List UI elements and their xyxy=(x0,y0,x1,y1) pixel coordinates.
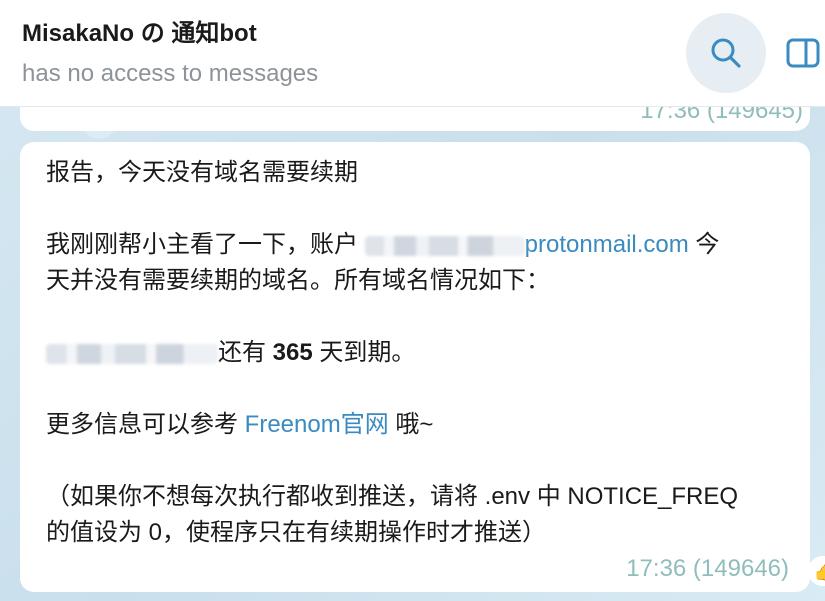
message-line-4-text: 还有 xyxy=(218,339,273,366)
chat-title[interactable]: MisakaNo の 通知bot xyxy=(22,18,257,50)
message-line-7: 的值设为 0，使程序只在有续期操作时才推送） xyxy=(46,519,547,546)
thumbs-up-icon: 👍 xyxy=(813,558,825,583)
chat-status: has no access to messages xyxy=(22,60,319,87)
chat-header: MisakaNo の 通知bot has no access to messag… xyxy=(0,0,825,107)
message-line-2-prefix: 我刚刚帮小主看了一下，账户 xyxy=(46,231,365,258)
message-line-3: 天并没有需要续期的域名。所有域名情况如下： xyxy=(46,267,550,294)
sidebar-toggle-icon xyxy=(786,38,820,68)
redacted-email-user xyxy=(364,235,525,256)
sidebar-toggle-button[interactable] xyxy=(782,33,822,73)
message-line-5-prefix: 更多信息可以参考 xyxy=(46,411,245,438)
redacted-domain xyxy=(46,343,218,364)
message-line-4-suffix: 天到期。 xyxy=(312,339,416,366)
search-icon xyxy=(711,38,741,68)
message-line-4: 还有 365 天到期。 xyxy=(46,337,415,369)
freenom-link[interactable]: Freenom官网 xyxy=(245,411,389,438)
message-line-5-suffix: 哦~ xyxy=(388,411,434,438)
message-line-2-suffix: 今 xyxy=(688,231,720,258)
message-line-1: 报告，今天没有域名需要续期 xyxy=(46,159,358,186)
message-line-2: 我刚刚帮小主看了一下，账户 protonmail.com 今 xyxy=(46,229,719,261)
message-line-6: （如果你不想每次执行都收到推送，请将 .env 中 NOTICE_FREQ xyxy=(46,483,739,510)
message-line-5: 更多信息可以参考 Freenom官网 哦~ xyxy=(46,409,433,441)
search-button[interactable] xyxy=(686,13,766,93)
email-link[interactable]: protonmail.com xyxy=(525,231,689,258)
message-time: 17:36 (149646) xyxy=(626,555,789,582)
days-remaining: 365 xyxy=(272,339,313,366)
